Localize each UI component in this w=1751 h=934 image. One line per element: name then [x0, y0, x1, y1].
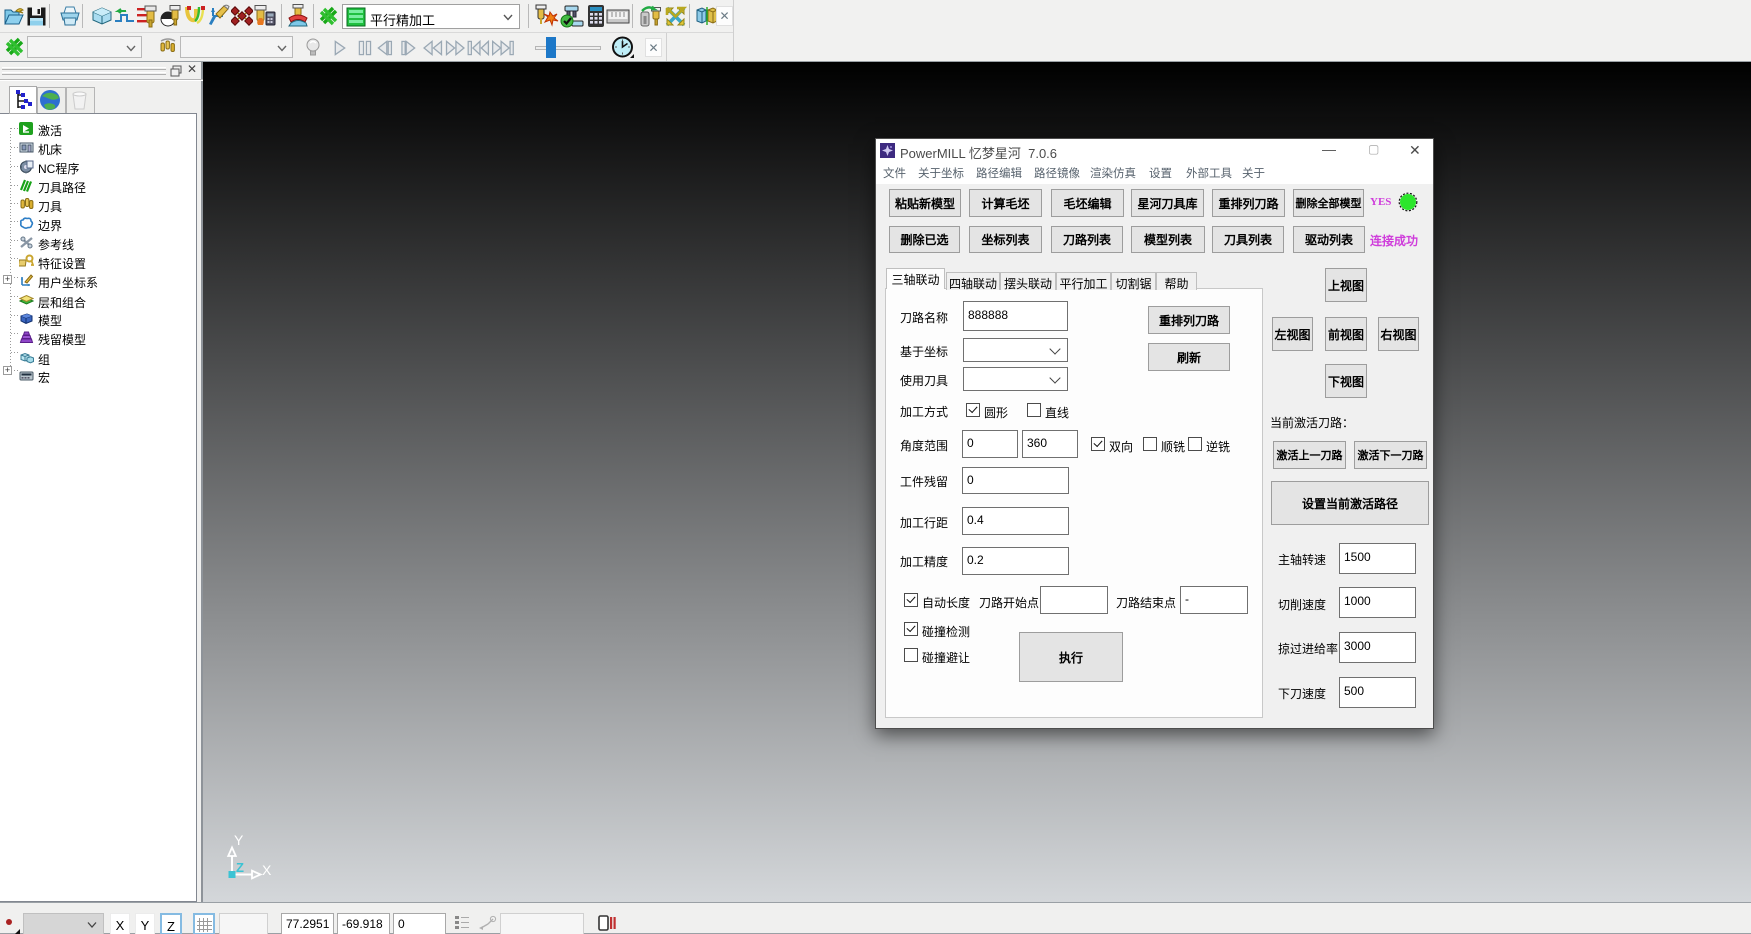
- svg-text:X: X: [262, 862, 272, 878]
- svg-text:Z: Z: [236, 860, 244, 875]
- svg-text:Y: Y: [234, 832, 244, 848]
